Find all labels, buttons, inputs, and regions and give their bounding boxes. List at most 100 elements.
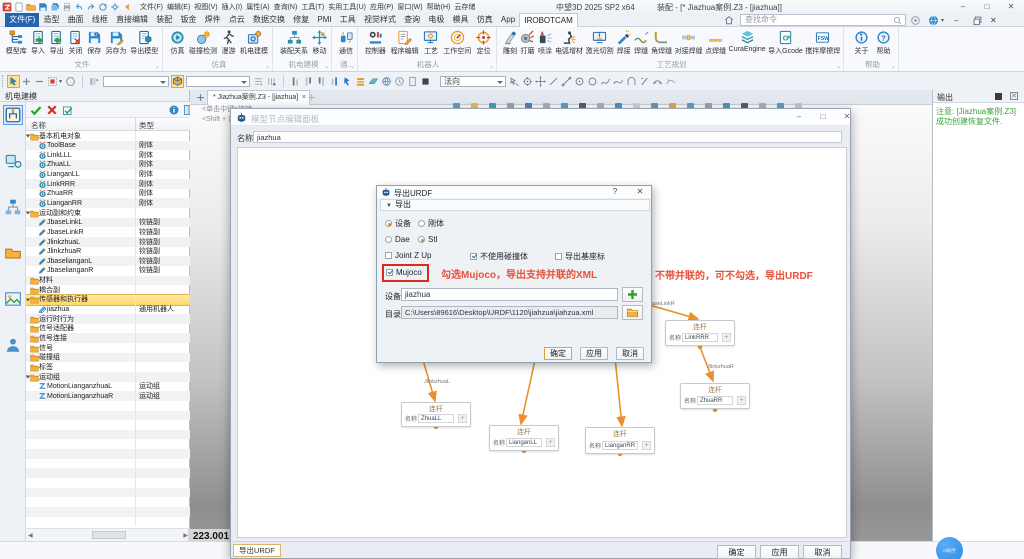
home-icon[interactable] [724,15,734,25]
radio-Stl[interactable]: Stl [418,235,437,244]
tree-horizontal-scrollbar[interactable]: ◀ ▶ [26,528,190,541]
align-b-icon[interactable] [303,76,314,87]
ribbon-button-喷涂[interactable]: 喷涂 [538,28,553,56]
tree-row-MotionLianganzhuaR[interactable]: MotionLianganzhuaR运动组 [26,391,190,401]
scrollbar-thumb[interactable] [92,531,126,539]
add-device-button[interactable] [622,287,643,302]
toolbar-combo[interactable] [186,76,250,87]
tool-slash-icon[interactable] [639,76,650,87]
ribbon-button-导入Gcode[interactable]: G 导入Gcode [768,28,803,56]
command-search-input[interactable]: 查找命令 [740,14,906,26]
ribbon-button-导出模型[interactable]: 导出模型 [130,28,158,56]
menu-编辑(E)[interactable]: 编辑(E) [167,2,190,12]
tool-wing2-icon[interactable] [665,76,676,87]
menu-工具(T)[interactable]: 工具(T) [301,2,324,12]
menu-云存储[interactable]: 云存储 [454,2,475,12]
select-cursor-icon[interactable] [8,76,19,87]
tool-line2-icon[interactable] [561,76,572,87]
tree-row-MotionLianganzhuaL[interactable]: MotionLianganzhuaL运动组 [26,382,190,392]
output-close-icon[interactable]: ✕ [1010,92,1018,100]
flag-blue-icon[interactable] [342,76,353,87]
ribbon-button-导入[interactable]: 导入 [31,28,46,56]
app-logo-icon[interactable] [2,2,12,12]
tool-circle-dot-icon[interactable] [574,76,585,87]
window-close-button[interactable]: ✕ [1004,1,1018,12]
ribbon-tab-查询[interactable]: 查询 [400,13,424,27]
checkbox-不使用碰撞体[interactable]: 不使用碰撞体 [470,251,528,262]
graph-node-ZhuaRR[interactable]: 连杆 名称ZhuaRR+ [680,383,750,409]
group-expander-icon[interactable]: ⌄ [265,63,270,70]
plane-teal-icon[interactable] [368,76,379,87]
node-dialog-取消-button[interactable]: 取消 [803,545,842,559]
ribbon-button-焊缝[interactable]: 焊缝 [634,28,649,56]
group-expander-icon[interactable]: ⌄ [891,63,896,70]
ribbon-tab-线框[interactable]: 线框 [88,13,112,27]
toolbar-combo[interactable] [103,76,169,87]
hexagon-icon[interactable] [65,76,76,87]
menu-窗口(W)[interactable]: 窗口(W) [397,2,422,12]
tree-row-JbaselianganR[interactable]: JbaselianganR铰链副 [26,266,190,276]
doc-minimize-icon[interactable]: – [954,16,965,27]
tool-line-icon[interactable] [548,76,559,87]
radio-设备[interactable]: 设备 [385,218,411,229]
node-add-icon[interactable]: + [642,441,651,450]
ribbon-tab-视觉样式[interactable]: 视觉样式 [360,13,400,27]
graph-node-ZhuaLL[interactable]: 连杆 名称ZhuaLL+ [401,402,471,427]
dock-icon[interactable] [160,92,169,101]
ribbon-tab-文件(F)[interactable]: 文件(F) [5,13,39,27]
library-box-icon[interactable] [4,244,22,262]
skin-gear-icon[interactable] [910,15,921,26]
tool-move-icon[interactable] [535,76,546,87]
menu-帮助(H)[interactable]: 帮助(H) [427,2,451,12]
menu-应用(P)[interactable]: 应用(P) [370,2,393,12]
ribbon-button-导出[interactable]: 导出 [49,28,64,56]
node-dialog-maximize-icon[interactable]: □ [815,112,831,123]
ribbon-button-激光切割[interactable]: 激光切割 [586,28,614,56]
tree-row-标签[interactable]: 标签 [26,362,190,372]
tree-row-运动组[interactable]: 运动组 [26,372,190,382]
ribbon-tab-点云[interactable]: 点云 [225,13,249,27]
node-add-icon[interactable]: + [458,414,467,423]
close-panel-icon[interactable] [175,92,184,101]
ribbon-tab-修复[interactable]: 修复 [289,13,313,27]
node-add-icon[interactable]: + [722,333,731,342]
group-expander-icon[interactable]: ⌄ [155,63,160,70]
tree-row-运行时行为[interactable]: 运行时行为 [26,314,190,324]
menu-属性(A)[interactable]: 属性(A) [246,2,269,12]
tool-pick-icon[interactable] [509,76,520,87]
undo-icon[interactable] [74,2,84,12]
confirm-check-icon[interactable] [30,104,42,116]
urdf-确定-button[interactable]: 确定 [544,347,572,360]
doc-restore-icon[interactable] [972,15,983,26]
ribbon-button-通信[interactable]: 通信 [339,28,354,56]
ribbon-button-模型库[interactable]: 模型库 [6,28,27,56]
browse-folder-button[interactable] [622,305,643,320]
tree-row-LinkLLL[interactable]: LinkLLL刚体 [26,150,190,160]
ribbon-button-机电建模[interactable]: 机电建模 [240,28,268,56]
ribbon-button-仿真[interactable]: 仿真 [170,28,185,56]
ribbon-button-对接焊缝[interactable]: 对接焊缝 [675,28,703,56]
checkbox-导出基座标[interactable]: 导出基座标 [555,251,605,262]
doc-outline-icon[interactable] [407,76,418,87]
tree-row-LianganLL[interactable]: LianganLL刚体 [26,170,190,180]
menu-查询(N)[interactable]: 查询(N) [274,2,298,12]
user-icon[interactable] [4,336,22,354]
menu-文件(F)[interactable]: 文件(F) [140,2,163,12]
ribbon-button-漫游[interactable]: 漫游 [221,28,236,56]
ribbon-tab-数据交换[interactable]: 数据交换 [249,13,289,27]
tree-row-LianganRR[interactable]: LianganRR刚体 [26,198,190,208]
tree-row-碰撞组[interactable]: 碰撞组 [26,353,190,363]
ribbon-tab-曲面[interactable]: 曲面 [64,13,88,27]
ribbon-tab-装配[interactable]: 装配 [152,13,176,27]
node-add-icon[interactable]: + [546,438,555,447]
dark-square-icon[interactable] [420,76,431,87]
online-help-icon[interactable] [928,15,939,26]
group-expander-icon[interactable]: ⌄ [350,63,355,70]
ai-assistant-bubble[interactable]: AI助手 [936,537,963,559]
ribbon-tab-PMI[interactable]: PMI [313,13,335,27]
align-d-icon[interactable] [329,76,340,87]
ribbon-button-另存为[interactable]: 另存为 [106,28,127,56]
ribbon-tab-模具[interactable]: 模具 [448,13,472,27]
open-folder-icon[interactable] [26,2,36,12]
tree-row-信号[interactable]: 信号 [26,343,190,353]
